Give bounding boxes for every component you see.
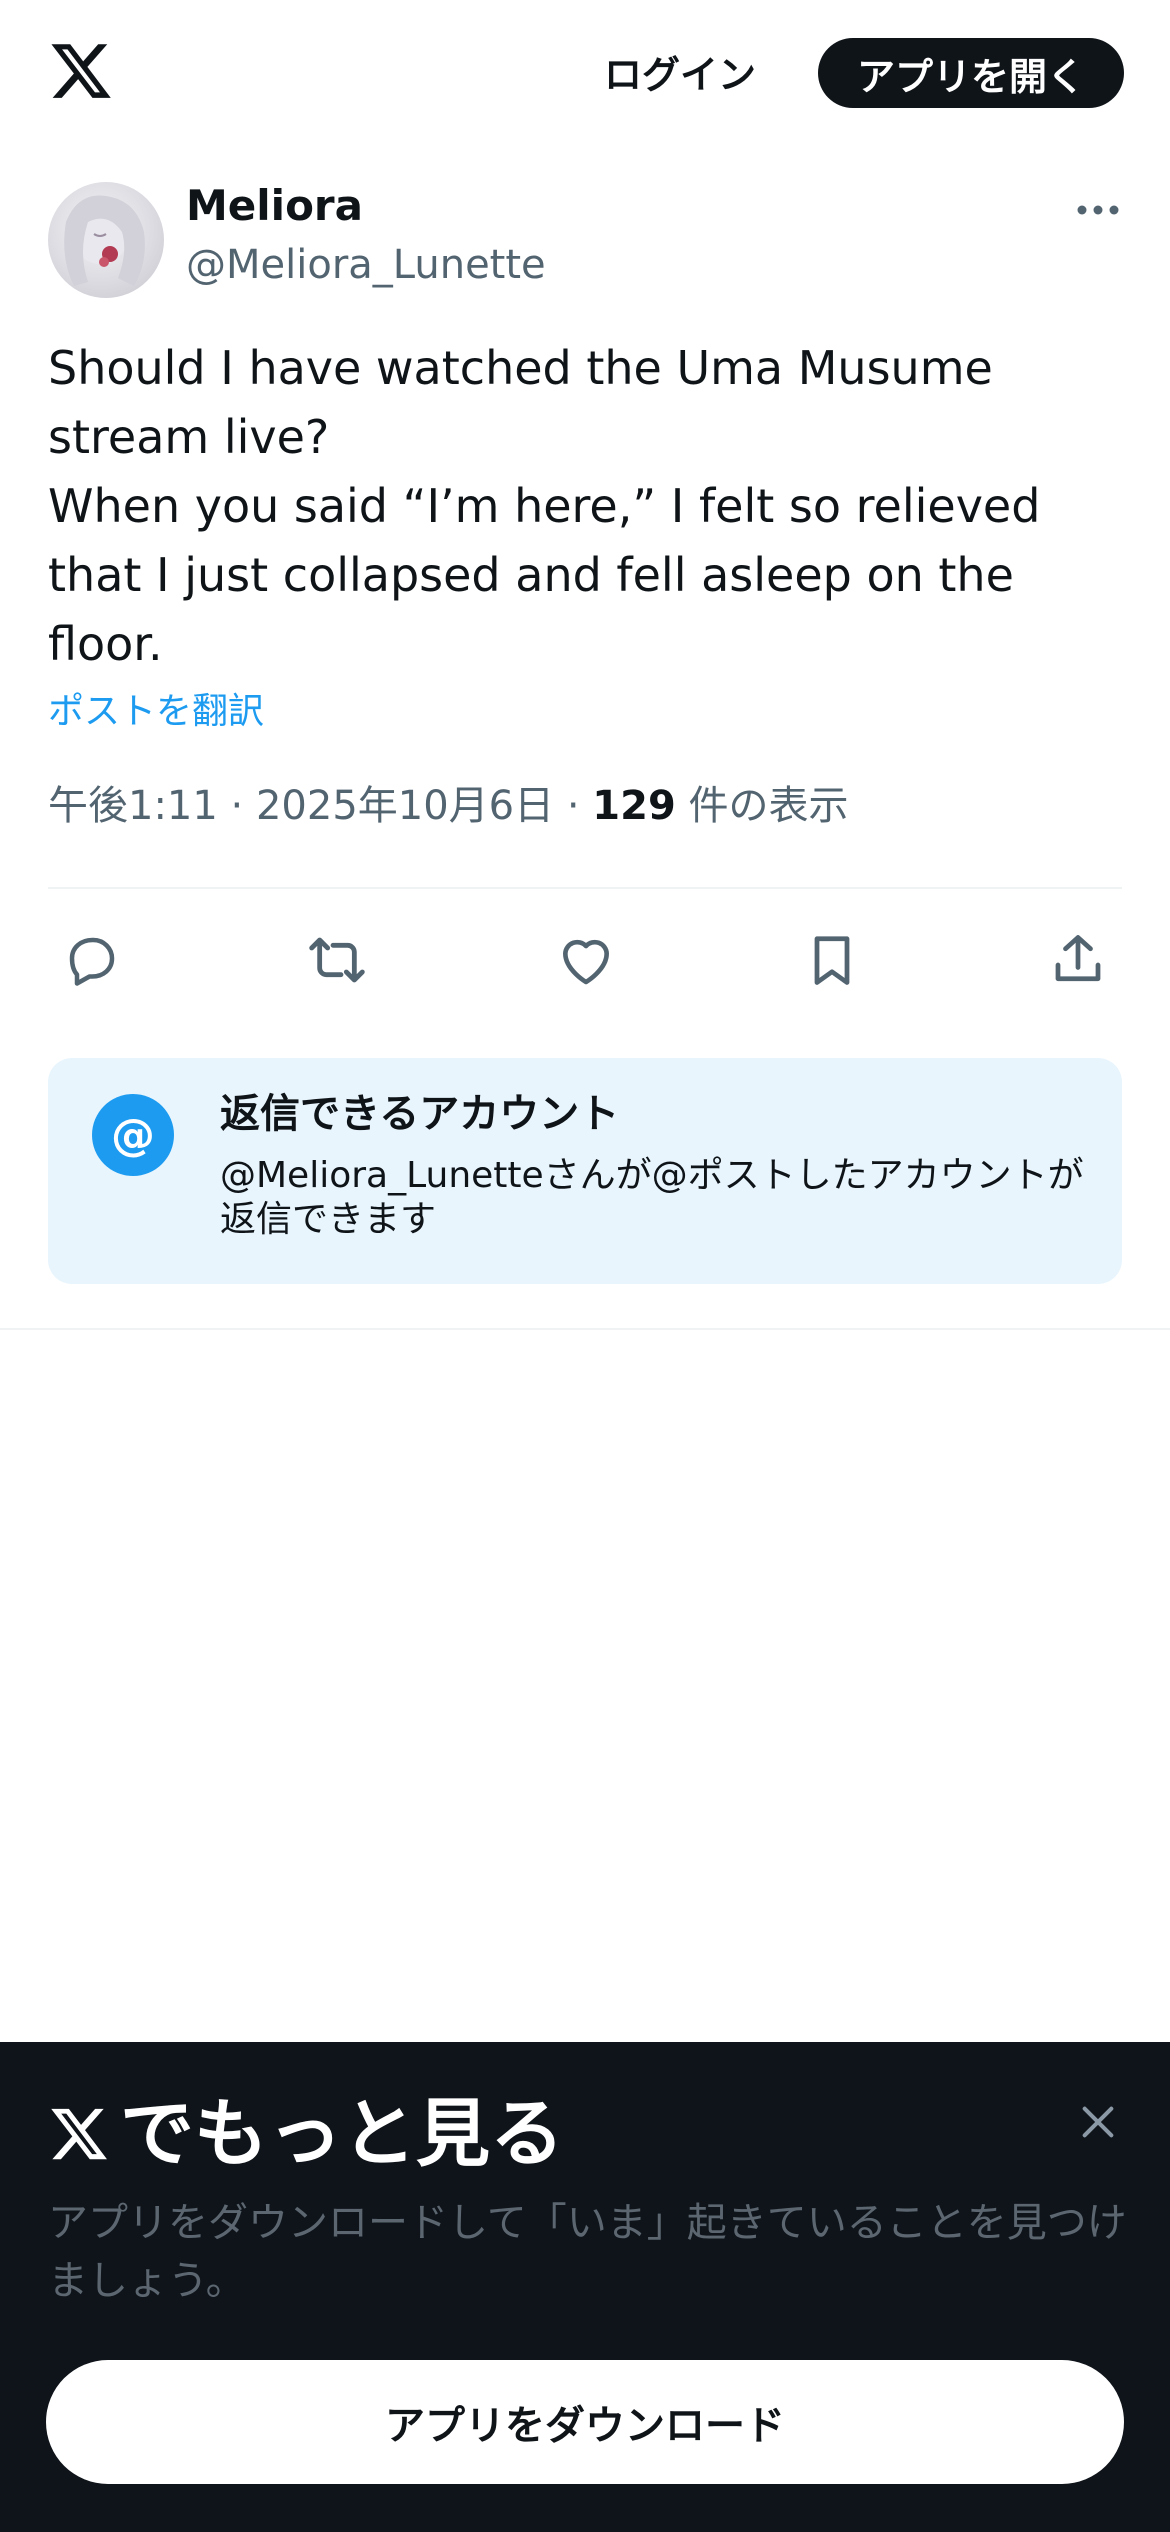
avatar[interactable] xyxy=(48,182,164,298)
tweet-line: When you said “I’m here,” I felt so reli… xyxy=(48,479,1056,671)
tweet-time[interactable]: 午後1:11 xyxy=(48,783,218,829)
reply-restriction-title: 返信できるアカウント xyxy=(220,1091,620,1137)
promo-title-text: でもっと見る xyxy=(120,2091,564,2177)
promo-title: でもっと見る xyxy=(48,2084,564,2184)
reply-restriction-description: @Meliora_Lunetteさんが@ポストしたアカウントが返信できます xyxy=(220,1155,1084,1240)
tweet-text: Should I have watched the Uma Musume str… xyxy=(48,334,1128,679)
promo-description: アプリをダウンロードして「いま」起きていることを見つけましょう。 xyxy=(48,2200,1127,2304)
x-logo-icon xyxy=(51,2108,107,2160)
tweet-meta: 午後1:11 · 2025年10月6日 · 129 件の表示 xyxy=(48,780,849,832)
author-display-name[interactable]: Meliora xyxy=(186,180,363,232)
more-icon[interactable] xyxy=(1070,190,1126,230)
open-app-button[interactable]: アプリを開く xyxy=(818,38,1124,108)
x-logo-icon[interactable] xyxy=(48,38,114,104)
views-count: 129 xyxy=(592,783,676,829)
tweet-date[interactable]: 2025年10月6日 xyxy=(256,783,554,829)
divider xyxy=(0,1328,1170,1330)
avatar-image xyxy=(64,195,145,286)
close-icon[interactable] xyxy=(1070,2094,1126,2150)
bookmark-icon[interactable] xyxy=(792,920,872,1000)
translate-post-link[interactable]: ポストを翻訳 xyxy=(48,688,264,736)
retweet-icon[interactable] xyxy=(297,920,377,1000)
meta-separator: · xyxy=(217,783,256,829)
app-promo-sheet: でもっと見る アプリをダウンロードして「いま」起きていることを見つけましょう。 … xyxy=(0,2042,1170,2532)
views-label: 件の表示 xyxy=(675,783,849,829)
download-app-button[interactable]: アプリをダウンロード xyxy=(46,2360,1124,2484)
reply-restriction-card: @ 返信できるアカウント @Meliora_Lunetteさんが@ポストしたアカ… xyxy=(48,1058,1122,1284)
author-handle[interactable]: @Meliora_Lunette xyxy=(186,240,546,290)
like-icon[interactable] xyxy=(546,920,626,1000)
action-bar xyxy=(0,910,1170,1010)
tweet-line: Should I have watched the Uma Musume str… xyxy=(48,341,1008,464)
reply-icon[interactable] xyxy=(52,920,132,1000)
meta-separator: · xyxy=(554,783,593,829)
top-bar: ログイン アプリを開く xyxy=(0,0,1170,140)
login-link[interactable]: ログイン xyxy=(570,36,790,106)
tweet-page: ログイン アプリを開く Meliora @Meliora_Lunette Sho… xyxy=(0,0,1170,2532)
at-sign-icon: @ xyxy=(92,1094,174,1176)
divider xyxy=(48,887,1122,889)
share-icon[interactable] xyxy=(1038,920,1118,1000)
